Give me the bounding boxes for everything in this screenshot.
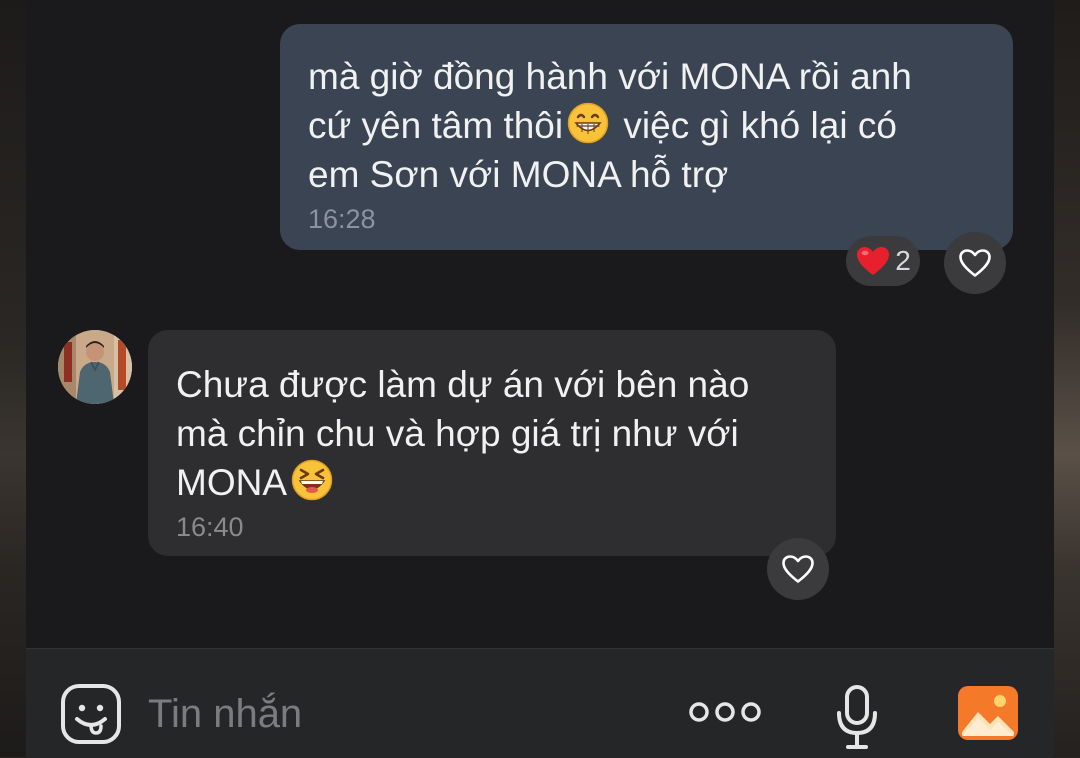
message-text-line: em Sơn với MONA hỗ trợ bbox=[308, 154, 729, 195]
heart-outline-icon bbox=[782, 555, 814, 583]
chat-window: mà giờ đồng hành với MONA rồi anh cứ yên… bbox=[26, 0, 1054, 758]
more-options-icon[interactable] bbox=[688, 699, 762, 725]
message-bubble-outgoing[interactable]: mà giờ đồng hành với MONA rồi anh cứ yên… bbox=[280, 24, 1013, 250]
grinning-face-emoji bbox=[567, 102, 609, 144]
reaction-summary[interactable]: 2 bbox=[846, 236, 920, 286]
like-button[interactable] bbox=[944, 232, 1006, 294]
message-text-segment: cứ yên tâm thôi bbox=[308, 105, 564, 146]
message-text-line: mà giờ đồng hành với MONA rồi anh bbox=[308, 56, 912, 97]
message-text-segment: việc gì khó lại có bbox=[623, 105, 897, 146]
microphone-icon[interactable] bbox=[834, 683, 880, 753]
laughing-face-emoji bbox=[291, 459, 333, 501]
message-text-line: Chưa được làm dự án với bên nào bbox=[176, 364, 750, 405]
message-text-segment: MONA bbox=[176, 462, 287, 503]
message-bubble-incoming[interactable]: Chưa được làm dự án với bên nào mà chỉn … bbox=[148, 330, 836, 556]
red-heart-icon bbox=[857, 247, 890, 275]
message-composer bbox=[26, 648, 1054, 758]
message-text-line: MONA bbox=[176, 458, 808, 507]
avatar-photo bbox=[58, 330, 132, 404]
like-button[interactable] bbox=[767, 538, 829, 600]
reaction-count: 2 bbox=[895, 245, 911, 276]
message-timestamp: 16:28 bbox=[308, 204, 376, 234]
background-edge-left bbox=[0, 0, 26, 757]
message-input[interactable] bbox=[148, 687, 668, 741]
message-text-line: mà chỉn chu và hợp giá trị như với bbox=[176, 413, 739, 454]
message-text-line: cứ yên tâm thôi việc gì khó lại có bbox=[308, 101, 985, 150]
message-list[interactable]: mà giờ đồng hành với MONA rồi anh cứ yên… bbox=[26, 0, 1054, 648]
avatar[interactable] bbox=[58, 330, 132, 404]
image-gallery-icon[interactable] bbox=[956, 684, 1020, 742]
heart-outline-icon bbox=[959, 249, 991, 277]
sticker-icon[interactable] bbox=[60, 683, 122, 745]
message-timestamp: 16:40 bbox=[176, 512, 244, 542]
background-edge-right bbox=[1054, 0, 1080, 757]
